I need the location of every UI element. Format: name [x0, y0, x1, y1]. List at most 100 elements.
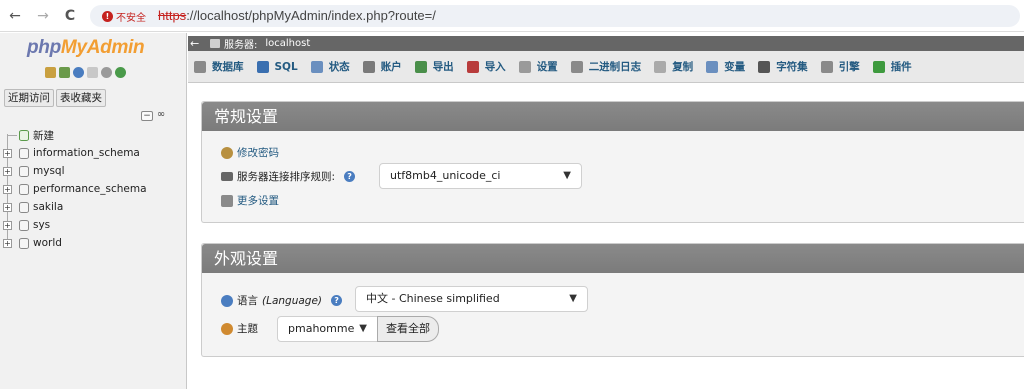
sql-icon [256, 60, 269, 73]
view-all-themes-button[interactable]: 查看全部 [377, 316, 439, 342]
help-icon[interactable]: ? [331, 295, 343, 306]
docs-icon[interactable] [87, 67, 98, 78]
url-protocol: https [158, 8, 187, 23]
tree-item-database[interactable]: + sys [0, 216, 187, 234]
theme-row: 主题 [221, 321, 258, 336]
tree-item-database[interactable]: + world [0, 234, 187, 252]
menu-tab[interactable]: 导出 [409, 51, 461, 83]
security-label: 不安全 [116, 12, 146, 24]
menu-tab[interactable]: 字符集 [752, 51, 815, 83]
url-text[interactable]: https://localhost/phpMyAdmin/index.php?r… [158, 8, 436, 23]
tree-item-database[interactable]: + information_schema [0, 144, 187, 162]
language-row: 语言 (Language) ? [221, 293, 343, 308]
database-name[interactable]: performance_schema [33, 183, 147, 195]
tree-item-database[interactable]: + sakila [0, 198, 187, 216]
database-icon [19, 201, 29, 213]
recent-tab[interactable]: 近期访问 [4, 89, 54, 107]
collation-select[interactable]: utf8mb4_unicode_ci ▼ [379, 163, 582, 189]
collapse-all-icon[interactable]: − [141, 111, 153, 121]
database-name[interactable]: information_schema [33, 147, 140, 159]
change-password-link[interactable]: 修改密码 [221, 145, 279, 160]
database-icon [19, 165, 29, 177]
language-select[interactable]: 中文 - Chinese simplified ▼ [355, 286, 588, 312]
menu-tab[interactable]: 导入 [461, 51, 513, 83]
database-icon [194, 60, 206, 73]
theme-value: pmahomme [288, 322, 355, 335]
accounts-icon [362, 60, 375, 73]
navigation-panel: phpMyAdmin 近期访问 表收藏夹 − ∞ 新建 + informatio… [0, 33, 187, 389]
expand-icon[interactable]: + [3, 220, 12, 230]
nav-settings-icon[interactable] [101, 67, 112, 78]
reload-icon[interactable]: C [61, 7, 79, 25]
database-name[interactable]: world [33, 237, 62, 249]
tree-item-database[interactable]: + mysql [0, 162, 187, 180]
key-icon [221, 146, 233, 159]
reload-nav-icon[interactable] [115, 67, 126, 78]
database-icon [19, 183, 29, 195]
help-icon[interactable]: ? [344, 171, 356, 182]
theme-label: 主题 [237, 323, 258, 335]
expand-icon[interactable]: + [3, 184, 12, 194]
tree-item-new[interactable]: 新建 [0, 126, 187, 144]
wrench-icon [221, 194, 233, 207]
appearance-settings-title: 外观设置 [202, 244, 1024, 273]
url-path: ://localhost/phpMyAdmin/index.php?route=… [186, 8, 436, 23]
theme-select[interactable]: pmahomme ▼ [277, 316, 378, 342]
change-password-label: 修改密码 [237, 147, 279, 159]
menu-tab[interactable]: 引擎 [815, 51, 867, 83]
favorites-tab[interactable]: 表收藏夹 [56, 89, 106, 107]
more-settings-link[interactable]: 更多设置 [221, 193, 279, 208]
menu-tab-label: 账户 [380, 61, 402, 73]
engines-icon [820, 60, 833, 73]
menu-tab[interactable]: 设置 [513, 51, 565, 83]
server-breadcrumb: ← 服务器: localhost [188, 36, 1024, 51]
collation-label: 服务器连接排序规则: [237, 171, 336, 183]
address-bar[interactable]: ! 不安全 https://localhost/phpMyAdmin/index… [90, 5, 1020, 27]
expand-icon[interactable]: + [3, 202, 12, 212]
security-warning-chip[interactable]: ! 不安全 [98, 8, 150, 24]
import-icon [466, 60, 479, 73]
nav-tabs: 近期访问 表收藏夹 [4, 89, 106, 107]
database-icon [19, 147, 29, 159]
logout-icon[interactable] [59, 67, 70, 78]
collapse-nav-arrow-icon[interactable]: ← [190, 37, 202, 50]
menu-tab-label: 状态 [328, 61, 350, 73]
menu-tab-label: 变量 [724, 61, 746, 73]
home-icon[interactable] [45, 67, 56, 78]
menu-tab[interactable]: SQL [251, 51, 305, 83]
menu-tab[interactable]: 二进制日志 [565, 51, 649, 83]
menu-tab-label: SQL [274, 60, 298, 73]
status-icon [310, 60, 323, 73]
server-icon [210, 39, 220, 48]
menu-tab-label: 设置 [536, 61, 558, 73]
expand-icon[interactable]: + [3, 238, 12, 248]
menu-tab[interactable]: 数据库 [188, 51, 251, 83]
menu-tab-label: 引擎 [838, 61, 860, 73]
menu-tab-label: 复制 [672, 61, 694, 73]
help-icon[interactable] [73, 67, 84, 78]
database-name[interactable]: sakila [33, 201, 63, 213]
more-settings-label: 更多设置 [237, 195, 279, 207]
back-arrow-icon[interactable]: ← [6, 7, 24, 25]
database-name[interactable]: sys [33, 219, 50, 231]
link-icon[interactable]: ∞ [155, 110, 167, 121]
plugins-icon [872, 60, 885, 73]
server-name[interactable]: localhost [265, 38, 310, 49]
menu-tab[interactable]: 变量 [700, 51, 752, 83]
expand-icon[interactable]: + [3, 166, 12, 176]
forward-arrow-icon[interactable]: → [34, 7, 52, 25]
tree-item-database[interactable]: + performance_schema [0, 180, 187, 198]
database-name[interactable]: mysql [33, 165, 65, 177]
browser-toolbar: ← → C ! 不安全 https://localhost/phpMyAdmin… [0, 0, 1024, 32]
menu-tab[interactable]: 复制 [648, 51, 700, 83]
chevron-down-icon: ▼ [563, 170, 571, 181]
logo-php: php [27, 37, 61, 58]
expand-icon[interactable]: + [3, 148, 12, 158]
menu-tab[interactable]: 插件 [867, 51, 919, 83]
menu-tab[interactable]: 账户 [357, 51, 409, 83]
tree-label-new: 新建 [33, 129, 54, 142]
variables-icon [706, 60, 719, 73]
menu-tab-label: 二进制日志 [588, 61, 642, 73]
menu-tab[interactable]: 状态 [305, 51, 357, 83]
phpmyadmin-logo[interactable]: phpMyAdmin [27, 37, 145, 59]
